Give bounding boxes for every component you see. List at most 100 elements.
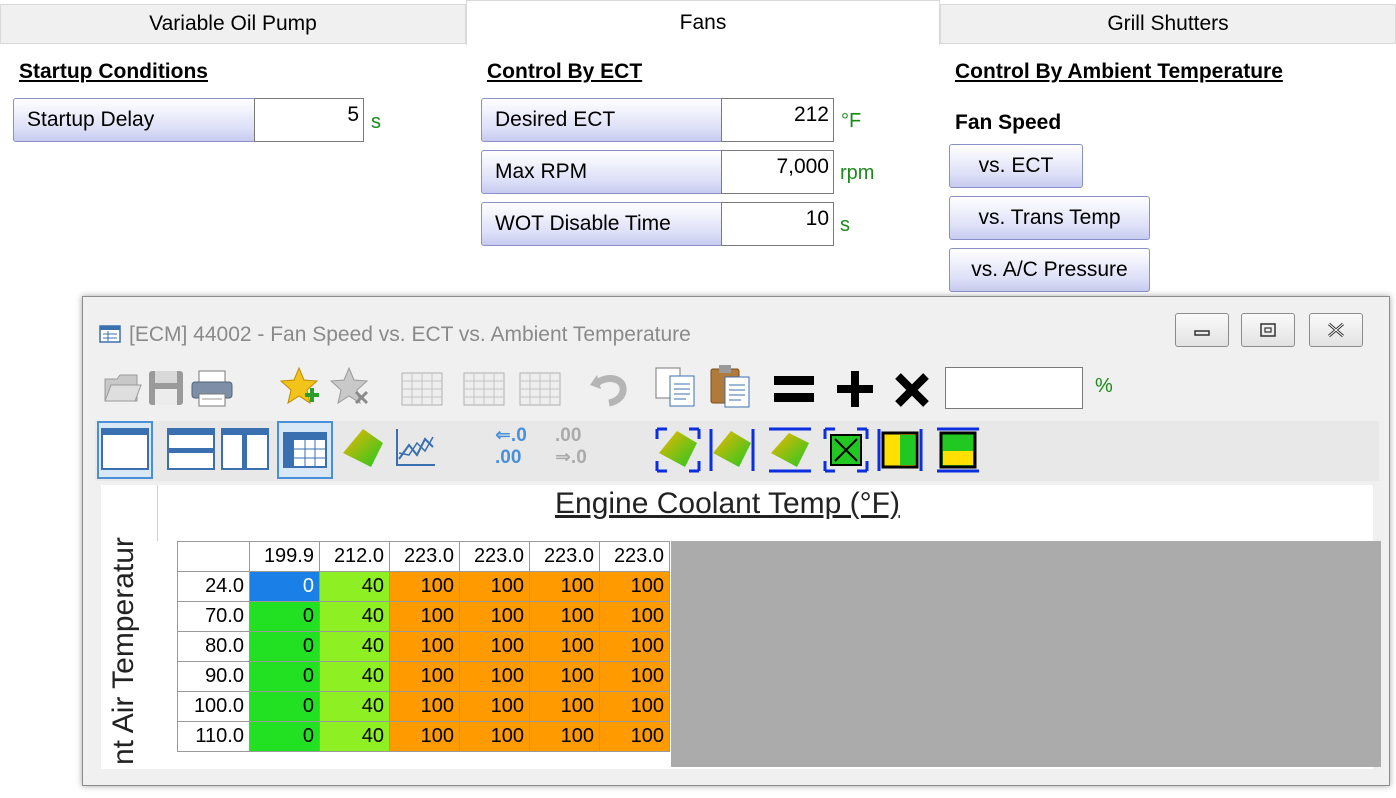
table-cell[interactable]: 100: [459, 661, 530, 692]
corner-cell: [177, 541, 250, 572]
select-rows-icon[interactable]: [709, 427, 755, 478]
table-cell[interactable]: 100: [389, 661, 460, 692]
interpolate-all-icon[interactable]: [823, 427, 869, 478]
wot-disable-time-button[interactable]: WOT Disable Time: [481, 202, 724, 246]
row-header[interactable]: 90.0: [177, 661, 250, 692]
table-cell[interactable]: 40: [319, 691, 390, 722]
table-cell[interactable]: 40: [319, 721, 390, 752]
table-insert-icon[interactable]: [399, 367, 445, 414]
max-rpm-button[interactable]: Max RPM: [481, 150, 724, 194]
table-cell[interactable]: 0: [249, 601, 320, 632]
tab-variable-oil-pump[interactable]: Variable Oil Pump: [0, 4, 466, 44]
startup-delay-button[interactable]: Startup Delay: [13, 98, 256, 142]
decimal-less-label: .00: [555, 425, 582, 446]
add-favorite-icon[interactable]: [279, 365, 323, 414]
table-cell[interactable]: 100: [389, 601, 460, 632]
table-cell[interactable]: 100: [599, 691, 670, 722]
interpolate-vertical-icon[interactable]: [935, 427, 981, 478]
max-rpm-field[interactable]: 7,000: [721, 150, 834, 194]
table-cell[interactable]: 40: [319, 631, 390, 662]
copy-icon[interactable]: [653, 365, 699, 414]
interpolate-horizontal-icon[interactable]: [877, 427, 923, 478]
fan-speed-vs-trans-temp-button[interactable]: vs. Trans Temp: [949, 196, 1150, 240]
table-cell[interactable]: 0: [249, 661, 320, 692]
fan-speed-vs-ect-button[interactable]: vs. ECT: [949, 144, 1083, 188]
paste-icon[interactable]: [707, 363, 753, 414]
table-cell[interactable]: 100: [389, 721, 460, 752]
table-cell[interactable]: 100: [599, 661, 670, 692]
wot-disable-time-field[interactable]: 10: [721, 202, 834, 246]
desired-ect-unit: °F: [841, 110, 862, 132]
row-header[interactable]: 24.0: [177, 571, 250, 602]
multiply-icon[interactable]: [893, 371, 931, 414]
close-button[interactable]: [1309, 313, 1363, 347]
column-header-row: 199.9 212.0 223.0 223.0 223.0 223.0: [177, 541, 670, 572]
table-cell[interactable]: 0: [249, 691, 320, 722]
undo-icon[interactable]: [587, 367, 631, 414]
decrease-decimals-icon[interactable]: .00 ⇒.0: [555, 425, 615, 473]
column-header[interactable]: 199.9: [249, 541, 320, 572]
desired-ect-button[interactable]: Desired ECT: [481, 98, 724, 142]
table-compare-icon[interactable]: [517, 367, 563, 414]
table-cell[interactable]: 100: [389, 571, 460, 602]
table-cell[interactable]: 100: [459, 691, 530, 722]
table-cell[interactable]: 100: [599, 721, 670, 752]
select-all-icon[interactable]: [655, 427, 701, 478]
column-header[interactable]: 212.0: [319, 541, 390, 572]
decimal-more-label-2: .00: [495, 447, 522, 468]
table-copy-icon[interactable]: [461, 367, 507, 414]
split-vertical-icon[interactable]: [217, 421, 273, 484]
fan-speed-vs-ac-pressure-button[interactable]: vs. A/C Pressure: [949, 248, 1150, 292]
desired-ect-field[interactable]: 212: [721, 98, 834, 142]
graph-view-icon[interactable]: [393, 425, 437, 474]
row-header[interactable]: 110.0: [177, 721, 250, 752]
minimize-button[interactable]: [1175, 313, 1229, 347]
operation-value-input[interactable]: [945, 367, 1083, 409]
column-header[interactable]: 223.0: [459, 541, 530, 572]
table-cell[interactable]: 100: [459, 571, 530, 602]
table-cell[interactable]: 100: [459, 601, 530, 632]
startup-delay-field[interactable]: 5: [254, 98, 364, 142]
increase-decimals-icon[interactable]: ⇐.0 .00: [495, 425, 555, 473]
table-cell[interactable]: 100: [529, 571, 600, 602]
table-cell[interactable]: 40: [319, 601, 390, 632]
table-cell[interactable]: 100: [599, 571, 670, 602]
save-icon[interactable]: [145, 367, 187, 414]
table-cell[interactable]: 100: [389, 631, 460, 662]
table-cell[interactable]: 100: [599, 601, 670, 632]
table-cell[interactable]: 40: [319, 661, 390, 692]
table-cell[interactable]: 40: [319, 571, 390, 602]
row-header[interactable]: 100.0: [177, 691, 250, 722]
table-cell[interactable]: 0: [249, 571, 320, 602]
open-icon[interactable]: [101, 367, 143, 414]
tab-fans[interactable]: Fans: [466, 0, 940, 45]
table-cell[interactable]: 100: [529, 631, 600, 662]
table-cell[interactable]: 100: [529, 601, 600, 632]
table-cell[interactable]: 100: [389, 691, 460, 722]
table-cell[interactable]: 100: [459, 631, 530, 662]
column-header[interactable]: 223.0: [599, 541, 670, 572]
table-cell[interactable]: 100: [529, 661, 600, 692]
remove-favorite-icon[interactable]: [329, 365, 373, 414]
table-cell[interactable]: 100: [599, 631, 670, 662]
3d-view-icon[interactable]: [339, 425, 387, 478]
restore-button[interactable]: [1241, 313, 1295, 347]
split-horizontal-icon[interactable]: [163, 421, 219, 484]
column-header[interactable]: 223.0: [529, 541, 600, 572]
select-columns-icon[interactable]: [767, 427, 813, 478]
table-cell[interactable]: 100: [529, 691, 600, 722]
set-equal-icon[interactable]: [771, 369, 817, 414]
add-icon[interactable]: [835, 369, 875, 414]
table-cell[interactable]: 0: [249, 631, 320, 662]
table-view-icon[interactable]: [277, 421, 333, 484]
row-header[interactable]: 70.0: [177, 601, 250, 632]
table-cell[interactable]: 100: [459, 721, 530, 752]
single-view-icon[interactable]: [97, 421, 153, 484]
startup-delay-unit: s: [371, 111, 381, 133]
row-header[interactable]: 80.0: [177, 631, 250, 662]
table-cell[interactable]: 0: [249, 721, 320, 752]
tab-grill-shutters[interactable]: Grill Shutters: [940, 4, 1396, 44]
table-cell[interactable]: 100: [529, 721, 600, 752]
print-icon[interactable]: [189, 367, 235, 414]
column-header[interactable]: 223.0: [389, 541, 460, 572]
